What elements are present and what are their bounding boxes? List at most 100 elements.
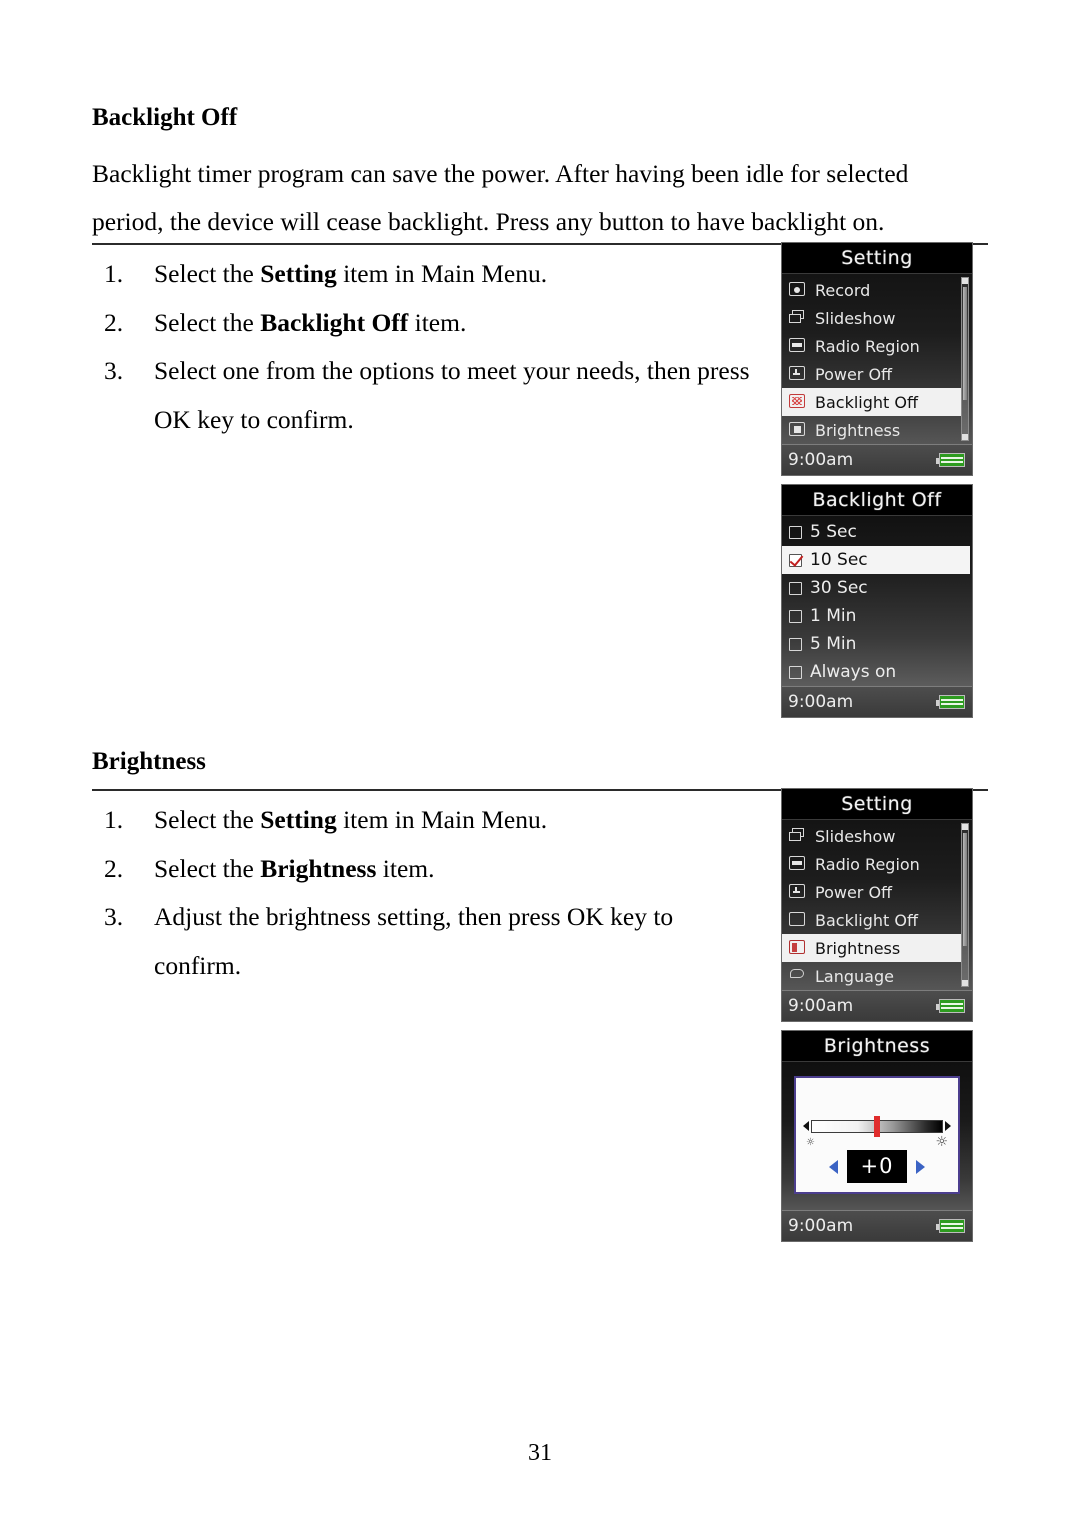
brightness-icon (788, 940, 808, 956)
option-30-sec[interactable]: 30 Sec (782, 574, 972, 602)
menu-item-label: Brightness (815, 938, 901, 958)
scroll-down-arrow-icon (962, 434, 968, 440)
list-item-number: 1. (104, 805, 124, 834)
menu-item-radio-region[interactable]: Radio Region (782, 850, 972, 878)
dim-sun-icon: ☼ (806, 1137, 815, 1148)
slider-track[interactable] (811, 1115, 943, 1137)
list-item-text-bold: Setting (260, 259, 337, 288)
slider-thumb[interactable] (874, 1115, 880, 1137)
radio-region-icon (788, 856, 808, 872)
checkbox-icon[interactable] (789, 665, 802, 679)
device-status-bar: 9:00am (782, 686, 972, 717)
menu-item-slideshow[interactable]: Slideshow (782, 822, 972, 850)
device-screenshot-backlight-off-options: Backlight Off 5 Sec 10 Sec 30 Sec 1 Min … (781, 484, 973, 718)
option-1-min[interactable]: 1 Min (782, 602, 972, 630)
list-item-text-prefix: Select one from the options to meet your… (154, 356, 750, 434)
option-5-sec[interactable]: 5 Sec (782, 518, 972, 546)
brightness-panel: ☼ ☼ +0 (794, 1076, 960, 1194)
power-off-icon (788, 366, 808, 382)
device-menu-list: Record Slideshow Radio Region Power Off … (782, 274, 972, 444)
checkbox-icon[interactable] (789, 609, 802, 623)
checkbox-icon[interactable] (789, 581, 802, 595)
menu-item-backlight-off[interactable]: Backlight Off (782, 906, 972, 934)
brightness-value: +0 (846, 1150, 908, 1183)
option-5-min[interactable]: 5 Min (782, 630, 972, 658)
scrollbar[interactable] (961, 277, 969, 441)
status-time: 9:00am (788, 1216, 854, 1236)
menu-item-backlight-off[interactable]: Backlight Off (782, 388, 961, 416)
steps-list-brightness: 1. Select the Setting item in Main Menu. … (92, 796, 752, 990)
device-brightness-body: ☼ ☼ +0 (782, 1062, 972, 1210)
list-item: 3. Select one from the options to meet yo… (92, 347, 752, 444)
list-item-text-bold: Setting (260, 805, 337, 834)
list-item-text-bold: Brightness (260, 853, 377, 883)
list-item-text-prefix: Adjust the brightness setting, then pres… (154, 902, 674, 980)
device-title: Setting (782, 243, 972, 274)
menu-item-label: Backlight Off (815, 392, 919, 412)
menu-item-label: Brightness (815, 420, 901, 440)
list-item-number: 2. (104, 853, 124, 883)
device-title: Setting (782, 789, 972, 820)
scroll-down-arrow-icon (962, 980, 968, 986)
option-label: 5 Sec (810, 522, 857, 542)
menu-item-label: Power Off (815, 882, 893, 902)
option-label: Always on (810, 662, 897, 682)
list-item-text-prefix: Select the (154, 307, 261, 337)
scrollbar-thumb (963, 833, 967, 947)
list-item-text-prefix: Select the (154, 259, 261, 288)
list-item-text-suffix: item in Main Menu. (336, 805, 548, 834)
backlight-off-icon (788, 912, 808, 928)
list-item-text-prefix: Select the (154, 805, 261, 834)
option-label: 1 Min (810, 606, 857, 626)
power-off-icon (788, 884, 808, 900)
battery-full-icon (936, 453, 965, 467)
record-icon (788, 282, 808, 298)
menu-item-language[interactable]: Language (782, 962, 972, 990)
battery-full-icon (936, 695, 965, 709)
checkbox-checked-icon[interactable] (789, 553, 802, 567)
slider-left-cap-icon (803, 1121, 809, 1131)
list-item-number: 3. (104, 902, 124, 931)
option-10-sec[interactable]: 10 Sec (782, 546, 970, 574)
device-title: Backlight Off (782, 485, 972, 516)
status-time: 9:00am (788, 692, 854, 712)
section-heading-brightness: Brightness (92, 748, 206, 775)
device-screenshot-brightness-adjust: Brightness ☼ ☼ +0 9:00am (781, 1030, 973, 1242)
option-label: 10 Sec (810, 550, 868, 570)
list-item: 1. Select the Setting item in Main Menu. (92, 796, 752, 845)
option-label: 30 Sec (810, 578, 868, 598)
battery-full-icon (936, 1219, 965, 1233)
menu-item-power-off[interactable]: Power Off (782, 878, 972, 906)
scrollbar[interactable] (961, 823, 969, 987)
menu-item-power-off[interactable]: Power Off (782, 360, 972, 388)
section-paragraph-backlight-off: Backlight timer program can save the pow… (92, 159, 909, 236)
list-item: 2. Select the Backlight Off item. (92, 299, 752, 348)
checkbox-icon[interactable] (789, 525, 802, 539)
list-item-text-prefix: Select the (154, 853, 261, 883)
menu-item-record[interactable]: Record (782, 276, 972, 304)
right-triangle-icon[interactable] (916, 1159, 926, 1174)
brightness-slider[interactable] (803, 1115, 951, 1137)
menu-item-brightness[interactable]: Brightness (782, 934, 961, 962)
menu-item-label: Backlight Off (815, 910, 919, 930)
menu-item-slideshow[interactable]: Slideshow (782, 304, 972, 332)
scrollbar-thumb (963, 287, 967, 401)
menu-item-label: Power Off (815, 364, 893, 384)
slideshow-icon (788, 828, 808, 844)
language-icon (788, 968, 808, 984)
scroll-up-arrow-icon (962, 278, 968, 284)
list-item-text-bold: Backlight Off (260, 307, 409, 337)
list-item-number: 1. (104, 259, 124, 288)
option-label: 5 Min (810, 634, 857, 654)
menu-item-label: Language (815, 966, 894, 986)
left-triangle-icon[interactable] (828, 1159, 838, 1174)
backlight-off-icon (788, 394, 808, 410)
list-item-number: 2. (104, 307, 124, 337)
menu-item-label: Slideshow (815, 826, 896, 846)
menu-item-brightness[interactable]: Brightness (782, 416, 972, 444)
brightness-icon (788, 422, 808, 438)
menu-item-radio-region[interactable]: Radio Region (782, 332, 972, 360)
menu-item-label: Radio Region (815, 336, 920, 356)
checkbox-icon[interactable] (789, 637, 802, 651)
option-always-on[interactable]: Always on (782, 658, 972, 686)
